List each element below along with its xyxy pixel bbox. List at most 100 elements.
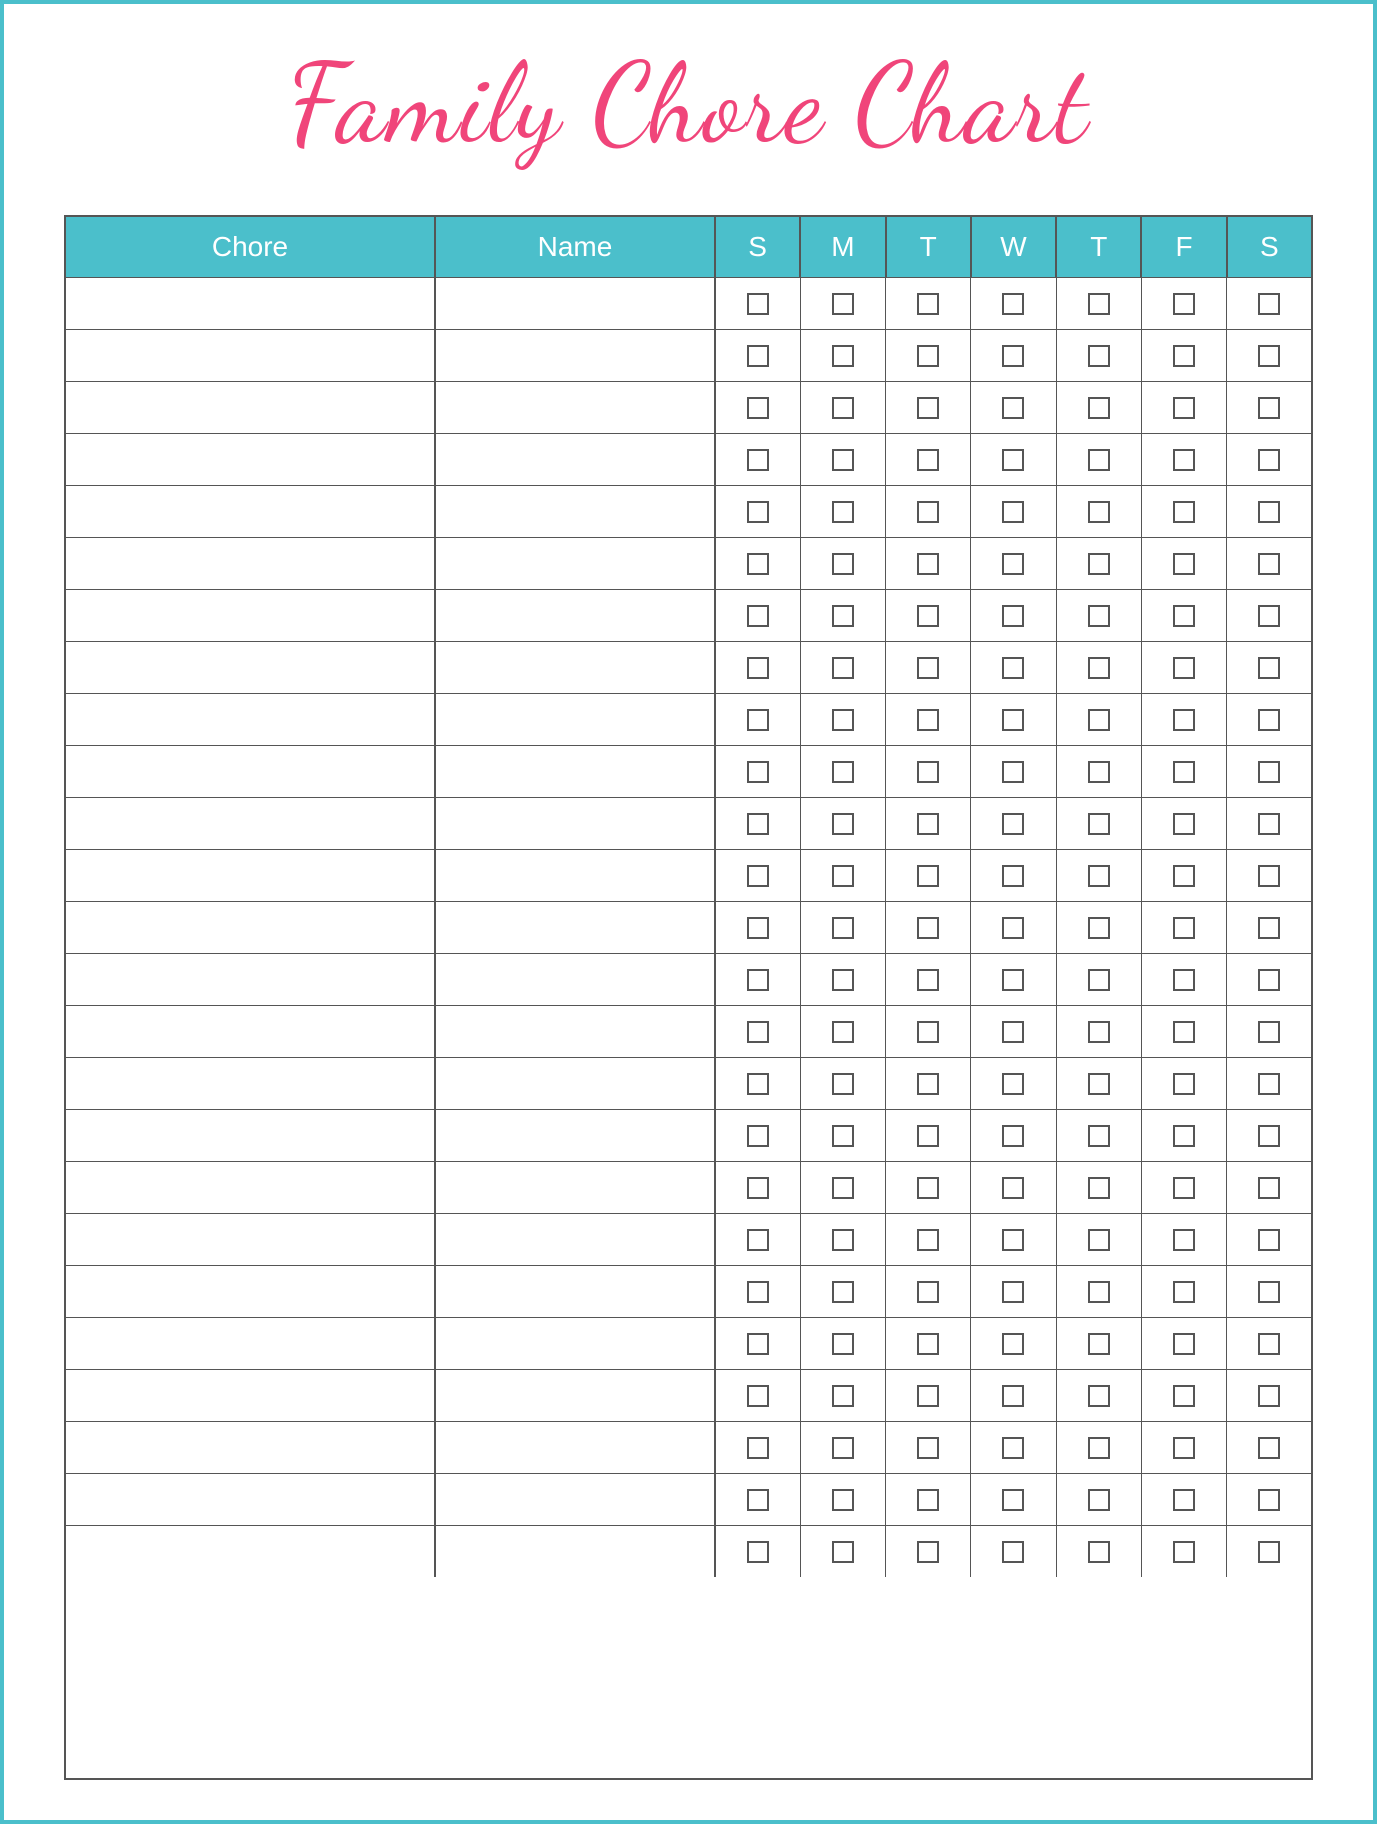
checkbox[interactable] bbox=[747, 1281, 769, 1303]
checkbox[interactable] bbox=[1173, 1489, 1195, 1511]
checkbox[interactable] bbox=[917, 605, 939, 627]
checkbox[interactable] bbox=[747, 657, 769, 679]
checkbox[interactable] bbox=[917, 293, 939, 315]
checkbox[interactable] bbox=[747, 1177, 769, 1199]
checkbox[interactable] bbox=[917, 1489, 939, 1511]
checkbox[interactable] bbox=[1173, 969, 1195, 991]
checkbox[interactable] bbox=[1002, 969, 1024, 991]
checkbox[interactable] bbox=[1258, 1437, 1280, 1459]
checkbox[interactable] bbox=[917, 865, 939, 887]
name-cell[interactable] bbox=[436, 1110, 716, 1161]
checkbox[interactable] bbox=[917, 449, 939, 471]
checkbox[interactable] bbox=[917, 917, 939, 939]
checkbox[interactable] bbox=[1088, 761, 1110, 783]
checkbox[interactable] bbox=[1088, 709, 1110, 731]
checkbox[interactable] bbox=[917, 1125, 939, 1147]
checkbox[interactable] bbox=[832, 1229, 854, 1251]
checkbox[interactable] bbox=[832, 345, 854, 367]
chore-cell[interactable] bbox=[66, 850, 436, 901]
checkbox[interactable] bbox=[1088, 397, 1110, 419]
checkbox[interactable] bbox=[747, 1437, 769, 1459]
checkbox[interactable] bbox=[1258, 501, 1280, 523]
checkbox[interactable] bbox=[832, 397, 854, 419]
name-cell[interactable] bbox=[436, 1526, 716, 1577]
checkbox[interactable] bbox=[917, 501, 939, 523]
checkbox[interactable] bbox=[1173, 1229, 1195, 1251]
checkbox[interactable] bbox=[1258, 917, 1280, 939]
chore-cell[interactable] bbox=[66, 1422, 436, 1473]
checkbox[interactable] bbox=[1173, 1125, 1195, 1147]
checkbox[interactable] bbox=[917, 553, 939, 575]
checkbox[interactable] bbox=[1002, 657, 1024, 679]
checkbox[interactable] bbox=[1088, 553, 1110, 575]
checkbox[interactable] bbox=[832, 1177, 854, 1199]
checkbox[interactable] bbox=[1173, 1437, 1195, 1459]
checkbox[interactable] bbox=[832, 1541, 854, 1563]
checkbox[interactable] bbox=[832, 1489, 854, 1511]
checkbox[interactable] bbox=[747, 501, 769, 523]
checkbox[interactable] bbox=[1173, 1385, 1195, 1407]
checkbox[interactable] bbox=[1173, 501, 1195, 523]
checkbox[interactable] bbox=[1088, 865, 1110, 887]
checkbox[interactable] bbox=[1173, 449, 1195, 471]
checkbox[interactable] bbox=[747, 709, 769, 731]
checkbox[interactable] bbox=[1088, 1385, 1110, 1407]
checkbox[interactable] bbox=[832, 501, 854, 523]
checkbox[interactable] bbox=[747, 969, 769, 991]
checkbox[interactable] bbox=[1173, 761, 1195, 783]
checkbox[interactable] bbox=[832, 1073, 854, 1095]
checkbox[interactable] bbox=[917, 1021, 939, 1043]
chore-cell[interactable] bbox=[66, 746, 436, 797]
checkbox[interactable] bbox=[1258, 1281, 1280, 1303]
checkbox[interactable] bbox=[832, 1385, 854, 1407]
name-cell[interactable] bbox=[436, 330, 716, 381]
checkbox[interactable] bbox=[1173, 345, 1195, 367]
checkbox[interactable] bbox=[1002, 1229, 1024, 1251]
checkbox[interactable] bbox=[832, 449, 854, 471]
checkbox[interactable] bbox=[917, 1541, 939, 1563]
checkbox[interactable] bbox=[1088, 1125, 1110, 1147]
checkbox[interactable] bbox=[1088, 501, 1110, 523]
checkbox[interactable] bbox=[1258, 1177, 1280, 1199]
checkbox[interactable] bbox=[747, 293, 769, 315]
checkbox[interactable] bbox=[832, 865, 854, 887]
checkbox[interactable] bbox=[1002, 709, 1024, 731]
checkbox[interactable] bbox=[1002, 865, 1024, 887]
checkbox[interactable] bbox=[832, 553, 854, 575]
checkbox[interactable] bbox=[747, 1489, 769, 1511]
chore-cell[interactable] bbox=[66, 694, 436, 745]
checkbox[interactable] bbox=[1258, 709, 1280, 731]
checkbox[interactable] bbox=[1258, 1385, 1280, 1407]
checkbox[interactable] bbox=[1088, 1177, 1110, 1199]
checkbox[interactable] bbox=[1002, 813, 1024, 835]
checkbox[interactable] bbox=[1088, 1489, 1110, 1511]
checkbox[interactable] bbox=[832, 813, 854, 835]
checkbox[interactable] bbox=[1002, 605, 1024, 627]
checkbox[interactable] bbox=[917, 1177, 939, 1199]
chore-cell[interactable] bbox=[66, 382, 436, 433]
checkbox[interactable] bbox=[832, 1281, 854, 1303]
name-cell[interactable] bbox=[436, 486, 716, 537]
checkbox[interactable] bbox=[1173, 293, 1195, 315]
name-cell[interactable] bbox=[436, 1214, 716, 1265]
checkbox[interactable] bbox=[1088, 345, 1110, 367]
checkbox[interactable] bbox=[917, 1073, 939, 1095]
checkbox[interactable] bbox=[1173, 1333, 1195, 1355]
chore-cell[interactable] bbox=[66, 1370, 436, 1421]
checkbox[interactable] bbox=[1002, 1073, 1024, 1095]
checkbox[interactable] bbox=[917, 397, 939, 419]
checkbox[interactable] bbox=[1088, 813, 1110, 835]
checkbox[interactable] bbox=[1258, 605, 1280, 627]
checkbox[interactable] bbox=[832, 657, 854, 679]
name-cell[interactable] bbox=[436, 1370, 716, 1421]
chore-cell[interactable] bbox=[66, 1006, 436, 1057]
checkbox[interactable] bbox=[1088, 1333, 1110, 1355]
checkbox[interactable] bbox=[832, 1333, 854, 1355]
checkbox[interactable] bbox=[1173, 709, 1195, 731]
checkbox[interactable] bbox=[1258, 761, 1280, 783]
checkbox[interactable] bbox=[1002, 1021, 1024, 1043]
name-cell[interactable] bbox=[436, 694, 716, 745]
checkbox[interactable] bbox=[1258, 1229, 1280, 1251]
chore-cell[interactable] bbox=[66, 1266, 436, 1317]
chore-cell[interactable] bbox=[66, 434, 436, 485]
